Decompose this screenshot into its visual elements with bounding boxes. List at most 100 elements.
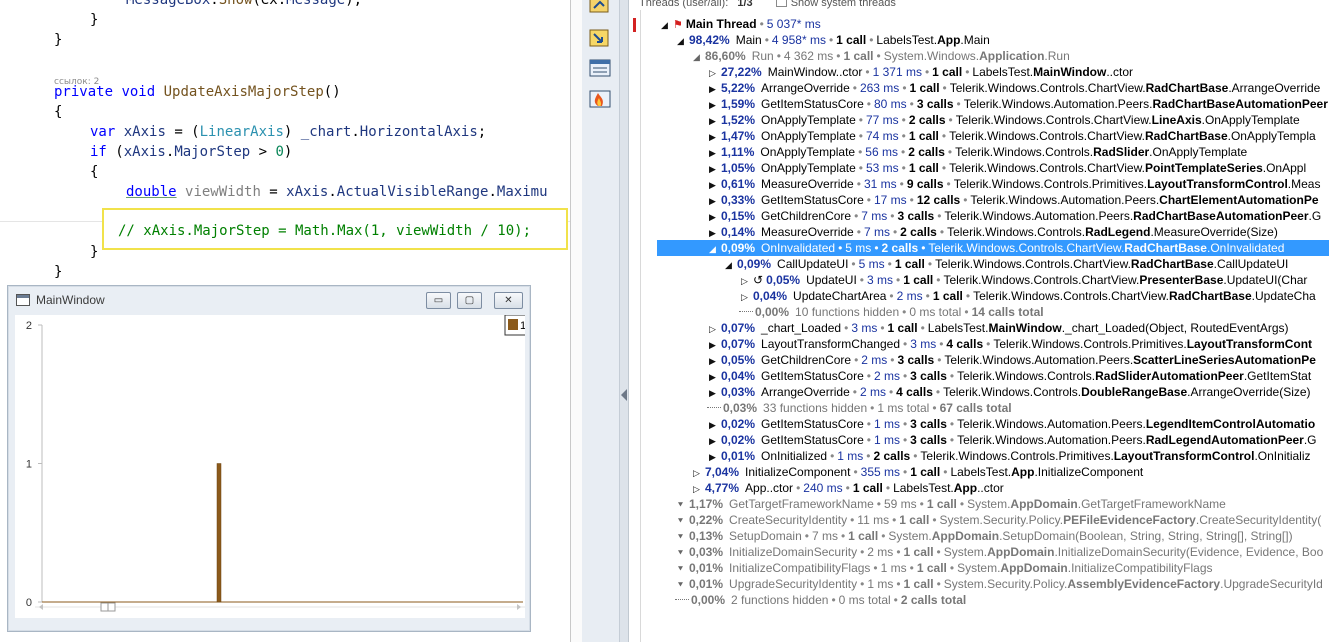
show-system-threads-label: Show system threads [790,0,896,9]
code-line: var xAxis = (LinearAxis) _chart.Horizont… [90,122,486,142]
tree-row[interactable]: ▶ 0,02% GetItemStatusCore • 1 ms • 3 calls • Tel… [707,432,1316,449]
tree-row[interactable]: ▶ 0,07% LayoutTransformChanged • 3 ms • 4 call… [707,336,1312,352]
expand-toggle-icon[interactable]: ▶ [707,353,718,369]
expand-toggle-icon[interactable]: ▶ [707,209,718,225]
expand-toggle-icon[interactable]: ▶ [707,385,718,401]
expand-toggle-icon[interactable]: ◢ [659,17,670,33]
tree-row[interactable]: ▶ 0,03% ArrangeOverride • 2 ms • 4 calls • Teler… [707,384,1311,400]
list-view-icon[interactable] [588,57,612,79]
show-system-threads-checkbox[interactable]: Show system threads [775,0,896,9]
tree-row[interactable]: ▶ 5,22% ArrangeOverride • 263 ms • 1 call • Tele… [707,80,1320,96]
tree-row[interactable]: ⯆ 1,17% GetTargetFrameworkName • 59 ms • 1 cal… [675,496,1226,512]
expand-toggle-icon[interactable]: ▶ [707,97,718,113]
expand-toggle-icon[interactable]: ▷ [707,65,718,81]
tree-row[interactable]: ▷ 7,04% InitializeComponent • 355 ms • 1 call •… [691,464,1143,480]
tree-row[interactable]: ⯆ 0,01% InitializeCompatibilityFlags • 1 ms •… [675,560,1213,576]
hot-paths-icon[interactable] [588,88,612,110]
code-token: > [250,144,276,160]
tree-row[interactable]: ▶ 1,47% OnApplyTemplate • 74 ms • 1 call • Teler… [707,128,1316,144]
expand-toggle-icon[interactable]: ⯆ [675,497,686,513]
expand-toggle-icon[interactable]: ⯆ [675,561,686,577]
tree-row[interactable]: ▶ 0,14% MeasureOverride • 7 ms • 2 calls • Teler… [707,224,1278,240]
expand-toggle-icon[interactable]: ▶ [707,161,718,177]
tree-row[interactable]: 0,00% 2 functions hidden • 0 ms total • 2 cal… [675,592,966,608]
tree-row[interactable]: ⯆ 0,01% UpgradeSecurityIdentity • 1 ms • 1 cal… [675,576,1323,592]
expand-toggle-icon[interactable]: ◢ [723,257,734,273]
expand-toggle-icon[interactable]: ⯆ [675,545,686,561]
tree-row[interactable]: ▶ 1,59% GetItemStatusCore • 80 ms • 3 calls • Te… [707,96,1328,112]
tree-row[interactable]: ▶ 0,01% OnInitialized • 1 ms • 2 calls • Telerik… [707,448,1310,465]
expand-toggle-icon[interactable]: ▶ [707,417,718,433]
expand-toggle-icon[interactable]: ▶ [707,337,718,353]
panel-splitter[interactable] [570,0,582,642]
expand-toggle-icon[interactable]: ▷ [691,481,702,497]
checkbox-icon[interactable] [775,0,787,7]
expand-toggle-icon[interactable]: ▷ [707,321,718,337]
hotspots-icon[interactable] [588,0,612,16]
expand-toggle-icon[interactable]: ▶ [707,81,718,97]
tree-row[interactable]: ⯆ 0,22% CreateSecurityIdentity • 11 ms • 1 cal… [675,512,1321,528]
expand-toggle-icon[interactable]: ▶ [707,145,718,161]
row-method: GetItemStatusCore [761,97,864,111]
expand-toggle-icon[interactable]: ▷ [739,289,750,305]
tree-row[interactable]: ▷ 0,04% UpdateChartArea • 2 ms • 1 call • Teleri… [739,288,1316,304]
tree-row[interactable]: ▶ 0,61% MeasureOverride • 31 ms • 9 calls • Tele… [707,176,1320,192]
tree-row[interactable]: ▷ ↺ 0,05% UpdateUI • 3 ms • 1 call • Telerik.Wind… [739,272,1307,288]
separator: • [831,593,836,607]
row-class: RadSliderAutomationPeer [1095,369,1244,383]
tree-row[interactable]: ▶ 0,33% GetItemStatusCore • 17 ms • 12 calls • T… [707,192,1319,208]
expand-toggle-icon[interactable]: ▶ [707,449,718,465]
tree-row[interactable]: ⯆ 0,03% InitializeDomainSecurity • 2 ms • 1 ca… [675,544,1323,560]
tree-row[interactable]: ▶ 0,05% GetChildrenCore • 2 ms • 3 calls • Teler… [707,352,1316,368]
tree-row[interactable]: ▷ 4,77% App..ctor • 240 ms • 1 call • LabelsTest… [691,480,1004,496]
call-tree-icon[interactable] [588,27,612,49]
tree-row-selected[interactable]: ◢ 0,09% OnInvalidated • 5 ms • 2 calls • Telerik… [657,240,1329,256]
row-namespace: LabelsTest. [876,33,938,47]
expand-toggle-icon[interactable]: ▶ [707,433,718,449]
expand-toggle-icon[interactable]: ▶ [707,369,718,385]
tree-row[interactable]: 0,03% 33 functions hidden • 1 ms total • 67 c… [707,400,1012,416]
tree-row[interactable]: ▶ 1,52% OnApplyTemplate • 77 ms • 2 calls • Tele… [707,112,1300,128]
threads-value[interactable]: 1/3 [737,0,752,9]
minimize-button[interactable]: ▭ [426,292,451,309]
row-namespace: Telerik.Windows.Automation.Peers. [963,97,1153,111]
expand-toggle-icon[interactable]: ⯆ [675,513,686,529]
expand-toggle-icon[interactable]: ▶ [707,193,718,209]
expand-toggle-icon[interactable]: ▶ [707,113,718,129]
code-token: . [210,0,219,8]
expand-toggle-icon[interactable]: ◢ [691,49,702,65]
tree-row[interactable]: ▷ 0,07% _chart_Loaded • 3 ms • 1 call • LabelsTe… [707,320,1288,337]
row-class: RadChartBase [1124,241,1207,255]
main-window-titlebar[interactable]: MainWindow ▭ ▢ ✕ [8,286,530,314]
collapse-arrow-icon[interactable] [621,389,627,401]
main-thread-row[interactable]: ◢ ⚑ Main Thread • 5 037* ms [659,16,821,32]
expand-toggle-icon[interactable]: ⯆ [675,529,686,545]
horizontal-scrollbar[interactable] [35,602,525,616]
tree-row[interactable]: ▶ 1,11% OnApplyTemplate • 56 ms • 2 calls • Tele… [707,144,1247,160]
expand-toggle-icon[interactable]: ▶ [707,177,718,193]
expand-toggle-icon[interactable]: ▶ [707,129,718,145]
maximize-button[interactable]: ▢ [457,292,482,309]
expand-toggle-icon[interactable]: ⯆ [675,577,686,593]
tree-row[interactable]: ▶ 0,15% GetChildrenCore • 7 ms • 3 calls • Teler… [707,208,1321,224]
row-percent: 0,00% [691,593,726,607]
expand-toggle-icon[interactable]: ▷ [691,465,702,481]
tree-row[interactable]: ▶ 1,05% OnApplyTemplate • 53 ms • 1 call • Teler… [707,160,1306,176]
tree-row[interactable]: ◢ 86,60% Run • 4 362 ms • 1 call • System.Window… [691,48,1070,64]
expand-toggle-icon[interactable]: ◢ [707,241,718,257]
tree-row[interactable]: ◢ 0,09% CallUpdateUI • 5 ms • 1 call • Telerik.W… [723,256,1288,272]
tree-splitter[interactable] [620,0,629,642]
tree-row[interactable]: ▶ 0,04% GetItemStatusCore • 2 ms • 3 calls • Tel… [707,368,1311,384]
tree-row[interactable]: ⯆ 0,13% SetupDomain • 7 ms • 1 call • System.App… [675,528,1293,544]
tree-row[interactable]: ◢ 98,42% Main • 4 958* ms • 1 call • LabelsTest.… [675,32,990,48]
expand-toggle-icon[interactable]: ◢ [675,33,686,49]
row-time: 7 ms [861,209,888,223]
code-token: void [121,84,156,100]
expand-toggle-icon[interactable]: ▶ [707,225,718,241]
row-member: .Run [1044,49,1070,63]
expand-toggle-icon[interactable]: ▷ [739,273,750,289]
close-button[interactable]: ✕ [494,292,523,309]
tree-row[interactable]: ▶ 0,02% GetItemStatusCore • 1 ms • 3 calls • Tel… [707,416,1315,432]
tree-row[interactable]: 0,00% 10 functions hidden • 0 ms total • 14 c… [739,304,1044,320]
tree-row[interactable]: ▷ 27,22% MainWindow..ctor • 1 371 ms • 1 call •… [707,64,1133,80]
